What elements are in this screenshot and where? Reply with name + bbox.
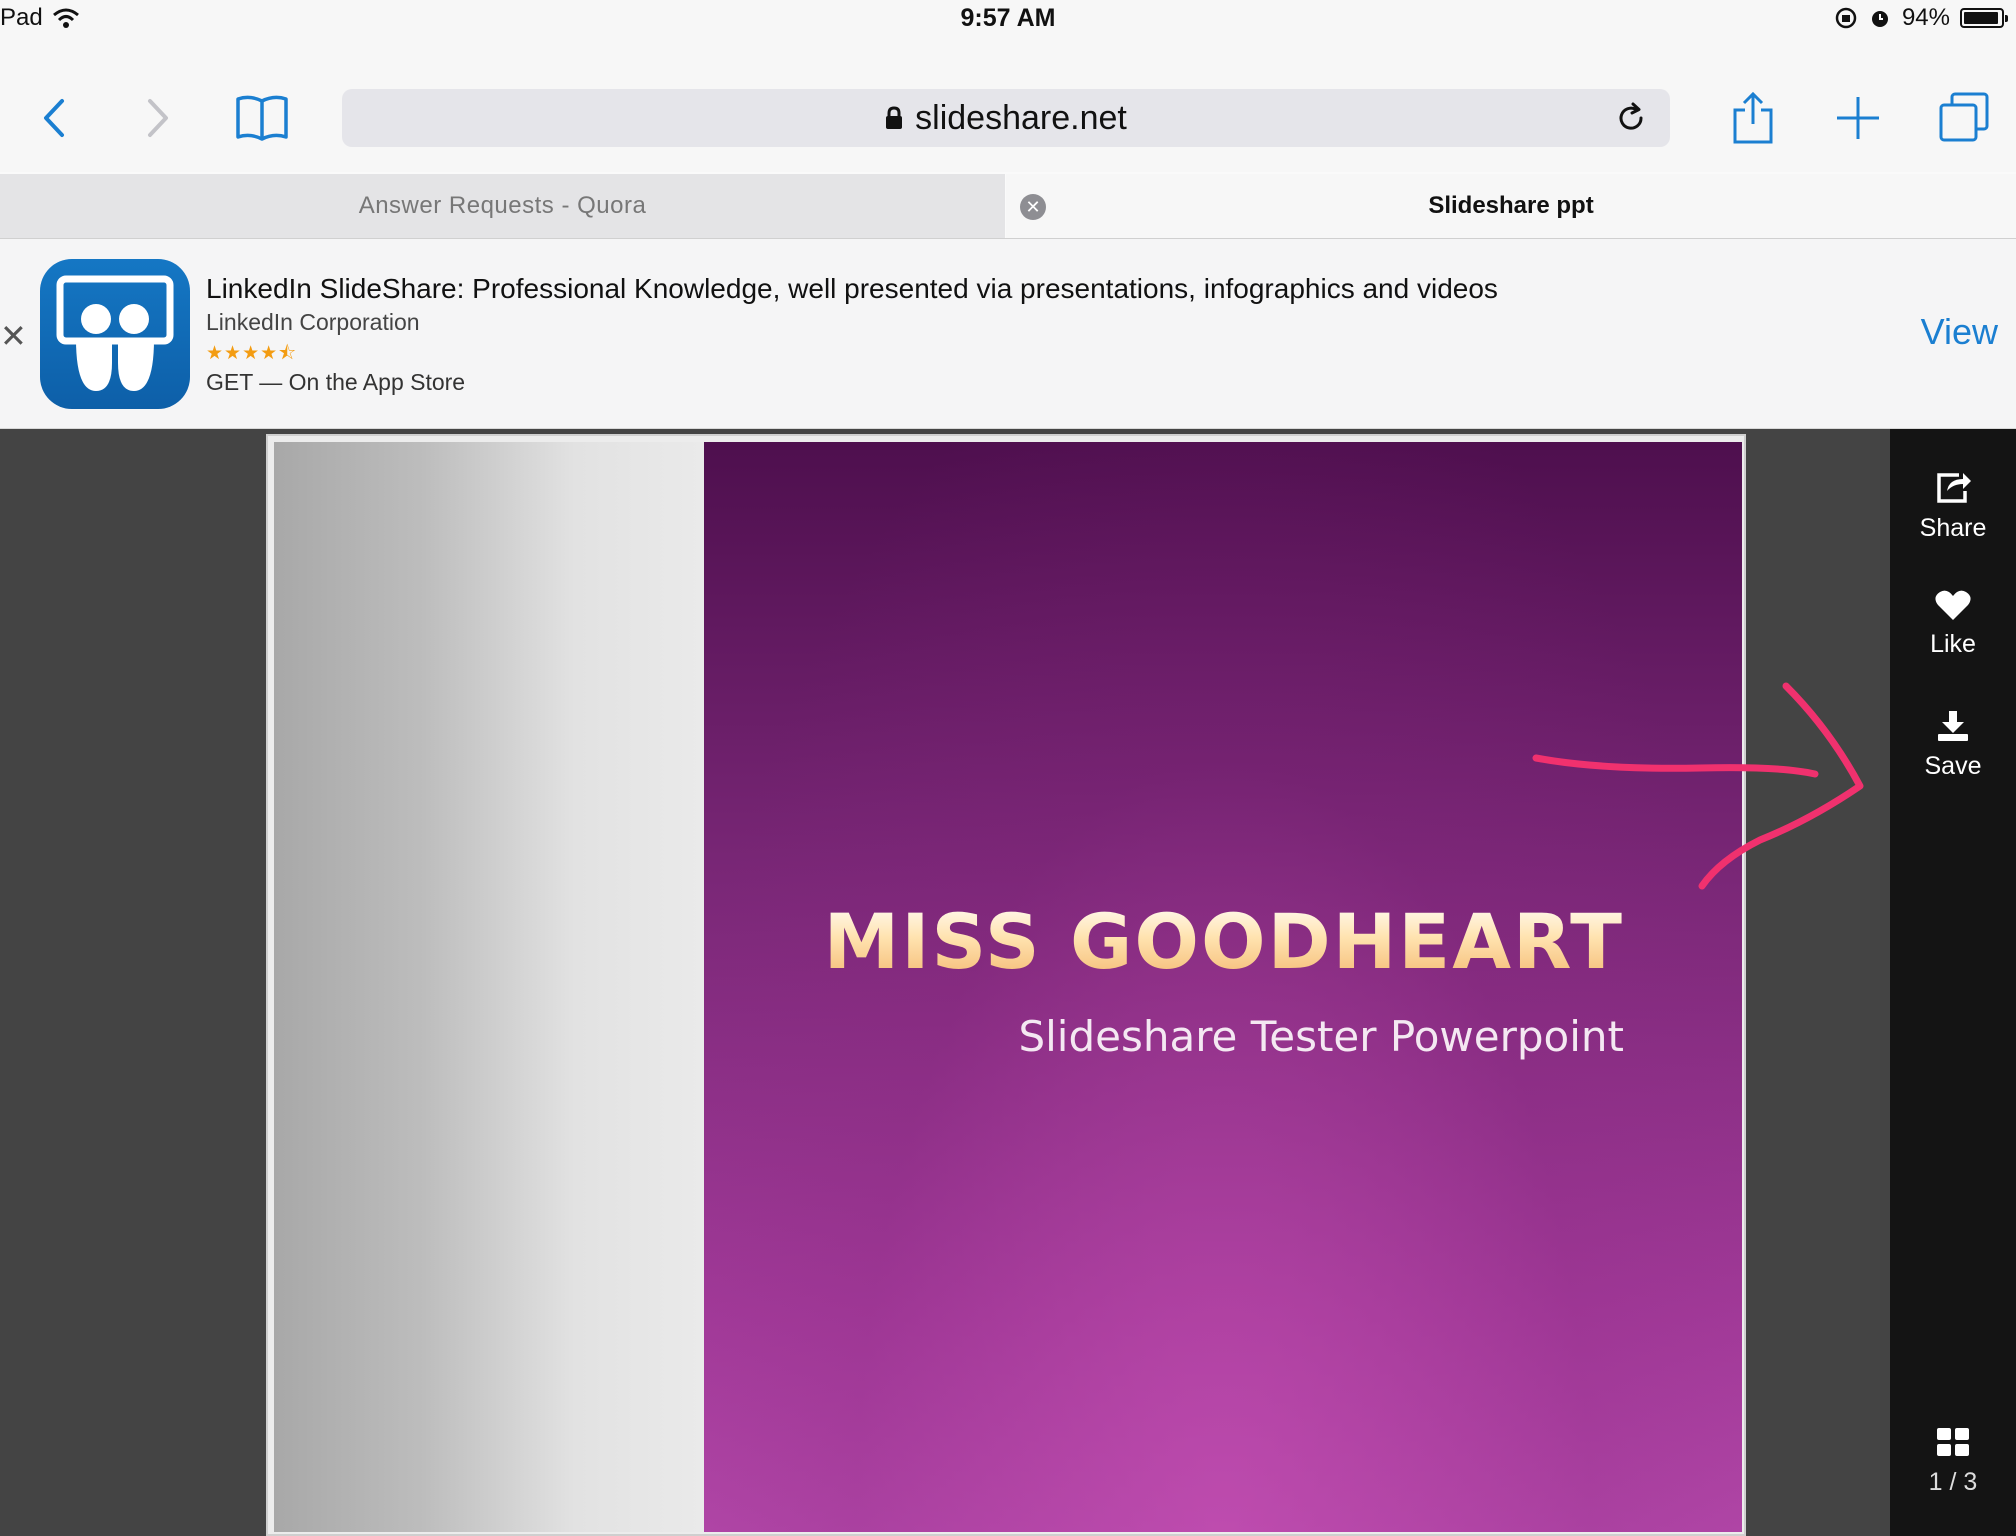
slide-frame[interactable]: MISS GOODHEART Slideshare Tester Powerpo… — [266, 434, 1746, 1536]
bookmarks-button[interactable] — [230, 88, 294, 148]
reload-icon — [1619, 102, 1643, 130]
slideshare-app-icon — [40, 259, 190, 409]
slide-viewer: MISS GOODHEART Slideshare Tester Powerpo… — [0, 429, 2016, 1536]
bookmarks-icon — [236, 95, 288, 141]
share-label: Share — [1919, 514, 1987, 542]
slide-grid-action[interactable]: 1 / 3 — [1890, 1427, 2016, 1497]
back-icon — [44, 99, 64, 137]
save-action[interactable]: Save — [1890, 709, 2016, 781]
page-indicator: 1 / 3 — [1928, 1468, 1978, 1496]
tabs-button[interactable] — [1934, 86, 1994, 148]
tab-quora[interactable]: Answer Requests - Quora — [0, 174, 1005, 238]
orientation-lock-icon — [1835, 7, 1857, 29]
heart-icon — [1935, 590, 1971, 620]
download-icon — [1938, 711, 1968, 741]
status-time: 9:57 AM — [960, 4, 1056, 32]
app-rating-stars: ★★★★⯪ — [206, 343, 298, 364]
tab-slideshare[interactable]: Slideshare ppt — [1006, 174, 2016, 238]
status-bar: Pad 9:57 AM 94% — [0, 0, 2016, 40]
status-right: 94% — [1834, 4, 2008, 32]
browser-toolbar: slideshare.net — [0, 40, 2016, 172]
like-action[interactable]: Like — [1890, 589, 2016, 659]
app-get-text: GET — On the App Store — [206, 369, 466, 395]
close-tab-icon[interactable]: ✕ — [1020, 194, 1046, 220]
share-button[interactable] — [1725, 84, 1781, 152]
share-icon — [1733, 91, 1773, 144]
slide-action-panel: Share Like Save 1 / 3 — [1890, 429, 2016, 1536]
battery-percent: 94% — [1901, 4, 1950, 31]
tabs-icon — [1939, 92, 1989, 142]
grid-icon — [1937, 1428, 1969, 1456]
view-button[interactable]: View — [1921, 311, 1998, 353]
slide-subtitle: Slideshare Tester Powerpoint — [1018, 1012, 1624, 1061]
share-arrow-icon — [1937, 473, 1971, 503]
new-tab-button[interactable] — [1828, 88, 1888, 148]
tab-bar: Answer Requests - Quora Slideshare ppt ✕ — [0, 172, 2016, 239]
app-banner: ✕ LinkedIn SlideShare: Professional Know… — [0, 239, 2016, 429]
battery-icon — [1960, 8, 2008, 28]
save-label: Save — [1924, 752, 1982, 780]
url-text: slideshare.net — [915, 98, 1127, 137]
slide-content: MISS GOODHEART Slideshare Tester Powerpo… — [704, 442, 1742, 1532]
app-publisher: LinkedIn Corporation — [206, 309, 420, 335]
forward-button[interactable] — [134, 88, 182, 148]
slide-left-panel — [274, 442, 704, 1532]
app-title: LinkedIn SlideShare: Professional Knowle… — [206, 273, 1498, 304]
forward-icon — [148, 99, 168, 137]
share-action[interactable]: Share — [1890, 469, 2016, 543]
slide-title: MISS GOODHEART — [823, 897, 1624, 986]
like-label: Like — [1930, 630, 1976, 658]
address-bar[interactable]: slideshare.net — [342, 89, 1670, 147]
reload-button[interactable] — [1614, 101, 1648, 140]
lock-icon — [886, 106, 903, 129]
back-button[interactable] — [30, 88, 78, 148]
alarm-icon — [1871, 11, 1888, 27]
new-tab-icon — [1837, 97, 1879, 139]
banner-close-button[interactable]: ✕ — [0, 317, 27, 355]
